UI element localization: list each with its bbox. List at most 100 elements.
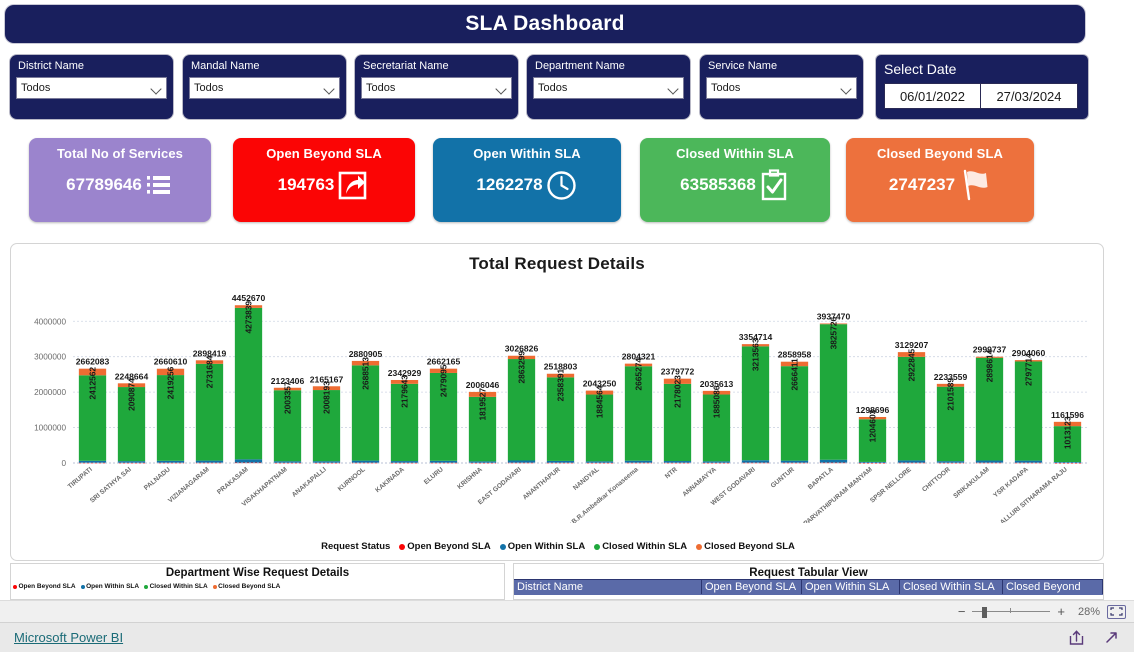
chart-legend: Request Status Open Beyond SLA Open With… — [11, 541, 1105, 552]
date-end-field[interactable]: 27/03/2024 — [981, 83, 1078, 109]
slicer-label: Department Name — [535, 60, 625, 72]
zoom-in-button[interactable]: + — [1057, 605, 1065, 618]
svg-text:2178023: 2178023 — [673, 375, 683, 408]
kpi-card-total-no-of-services[interactable]: Total No of Services 67789646 — [29, 138, 211, 222]
legend-item-closed-within-sla[interactable]: Closed Within SLA — [144, 583, 208, 590]
date-slicer-title: Select Date — [884, 61, 957, 77]
dashboard-title-banner: SLA Dashboard — [5, 5, 1085, 43]
slicer-dropdown[interactable]: Todos — [189, 77, 340, 99]
svg-text:KURNOOL: KURNOOL — [337, 466, 367, 493]
column-header-district-name[interactable]: District Name — [514, 580, 702, 594]
svg-text:ANNAMAYYA: ANNAMAYYA — [681, 466, 718, 498]
slicer-dropdown[interactable]: Todos — [706, 77, 857, 99]
chevron-down-icon[interactable] — [151, 83, 162, 94]
slicer-dropdown[interactable]: Todos — [361, 77, 512, 99]
chevron-down-icon[interactable] — [841, 83, 852, 94]
svg-text:1884564: 1884564 — [595, 385, 605, 418]
slicer-label: Service Name — [708, 60, 778, 72]
svg-text:2662083: 2662083 — [76, 357, 110, 367]
date-start-field[interactable]: 06/01/2022 — [884, 83, 981, 109]
legend-item-open-within-sla[interactable]: Open Within SLA — [499, 541, 586, 552]
legend-item-closed-within-sla[interactable]: Closed Within SLA — [594, 541, 687, 552]
legend-item-closed-beyond-sla[interactable]: Closed Beyond SLA — [696, 541, 795, 552]
panel-title: Department Wise Request Details — [165, 567, 350, 579]
kpi-title: Closed Beyond SLA — [877, 146, 1003, 161]
legend-item-open-within-sla[interactable]: Open Within SLA — [80, 583, 139, 590]
column-header-open-within-sla[interactable]: Open Within SLA — [802, 580, 900, 594]
svg-text:2003357: 2003357 — [283, 381, 293, 414]
slicer-secretariat-name[interactable]: Secretariat Name Todos — [355, 55, 518, 119]
kpi-title: Total No of Services — [56, 146, 183, 161]
kpi-card-closed-beyond-sla[interactable]: Closed Beyond SLA 2747237 — [846, 138, 1034, 222]
slicer-service-name[interactable]: Service Name Todos — [700, 55, 863, 119]
chevron-down-icon[interactable] — [668, 83, 679, 94]
chart-plot-area[interactable]: 0 1000000 2000000 3000000 4000000 26620832412… — [11, 278, 1105, 523]
kpi-card-open-within-sla[interactable]: Open Within SLA 1262278 — [433, 138, 621, 222]
chart-total-request-details[interactable]: Total Request Details 0 1000000 2000000 300… — [10, 243, 1104, 561]
svg-text:3000000: 3000000 — [34, 353, 66, 362]
legend-label: Closed Within SLA — [149, 583, 208, 590]
share-icon[interactable] — [1068, 629, 1085, 646]
svg-text:CHITTOOR: CHITTOOR — [921, 466, 952, 494]
column-header-closed-within-sla[interactable]: Closed Within SLA — [900, 580, 1003, 594]
svg-text:2863299: 2863299 — [517, 351, 527, 384]
kpi-card-open-beyond-sla[interactable]: Open Beyond SLA 194763 — [233, 138, 415, 222]
slicer-value: Todos — [194, 82, 224, 94]
svg-text:YSR KADAPA: YSR KADAPA — [992, 466, 1030, 499]
slicer-dropdown[interactable]: Todos — [16, 77, 167, 99]
chevron-down-icon[interactable] — [324, 83, 335, 94]
table-header-row: District Name Open Beyond SLA Open Withi… — [514, 579, 1103, 595]
slicer-dropdown[interactable]: Todos — [533, 77, 684, 99]
column-header-closed-beyond[interactable]: Closed Beyond — [1003, 580, 1103, 594]
slicer-value: Todos — [711, 82, 741, 94]
svg-text:NANDYAL: NANDYAL — [572, 466, 601, 492]
kpi-value: 1262278 — [476, 175, 543, 194]
legend-item-open-beyond-sla[interactable]: Open Beyond SLA — [13, 583, 76, 590]
panel-department-wise-request-details[interactable]: Department Wise Request Details Open Bey… — [10, 563, 505, 600]
svg-text:2666411: 2666411 — [790, 358, 800, 390]
legend-swatch — [399, 543, 406, 550]
report-canvas: SLA Dashboard District Name Todos Mandal… — [0, 0, 1110, 600]
svg-text:ALLURI SITHARAMA RAJU: ALLURI SITHARAMA RAJU — [999, 466, 1069, 523]
kpi-value: 194763 — [277, 175, 335, 194]
share-arrow-icon — [336, 168, 370, 202]
legend-label: Open Within SLA — [507, 541, 586, 552]
legend-label: Open Beyond SLA — [407, 541, 491, 552]
slicer-label: District Name — [18, 60, 85, 72]
svg-text:EAST GODAVARI: EAST GODAVARI — [477, 466, 523, 506]
zoom-slider[interactable] — [972, 606, 1051, 618]
expand-icon[interactable] — [1103, 629, 1120, 646]
svg-text:2858958: 2858958 — [778, 350, 812, 360]
legend-swatch — [13, 584, 17, 589]
clipboard-check-icon — [758, 168, 790, 202]
svg-text:2412562: 2412562 — [88, 367, 98, 400]
svg-text:1013123: 1013123 — [1063, 416, 1073, 449]
chevron-down-icon[interactable] — [496, 83, 507, 94]
svg-text:TIRUPATI: TIRUPATI — [67, 466, 94, 490]
svg-text:2090874: 2090874 — [127, 378, 137, 411]
svg-text:SRIKAKULAM: SRIKAKULAM — [952, 466, 991, 500]
svg-text:2479095: 2479095 — [439, 364, 449, 397]
column-header-open-beyond-sla[interactable]: Open Beyond SLA — [702, 580, 802, 594]
microsoft-power-bi-link[interactable]: Microsoft Power BI — [14, 630, 123, 645]
slicer-mandal-name[interactable]: Mandal Name Todos — [183, 55, 346, 119]
svg-text:2665274: 2665274 — [634, 358, 644, 391]
slicer-department-name[interactable]: Department Name Todos — [527, 55, 690, 119]
svg-text:2000000: 2000000 — [34, 388, 66, 397]
kpi-value: 67789646 — [66, 175, 142, 194]
slicer-district-name[interactable]: District Name Todos — [10, 55, 173, 119]
svg-text:4000000: 4000000 — [34, 317, 66, 326]
zoom-slider-thumb[interactable] — [982, 606, 988, 618]
svg-text:GUNTUR: GUNTUR — [770, 466, 796, 490]
legend-item-open-beyond-sla[interactable]: Open Beyond SLA — [399, 541, 491, 552]
zoom-out-button[interactable]: − — [958, 605, 966, 618]
kpi-card-closed-within-sla[interactable]: Closed Within SLA 63585368 — [640, 138, 830, 222]
slicer-select-date[interactable]: Select Date 06/01/2022 27/03/2024 — [876, 55, 1088, 119]
svg-text:1204603: 1204603 — [868, 409, 878, 442]
svg-text:ANAKAPALLI: ANAKAPALLI — [291, 466, 328, 499]
kpi-value: 63585368 — [680, 175, 756, 194]
fit-to-page-icon[interactable] — [1107, 604, 1126, 619]
panel-request-tabular-view[interactable]: Request Tabular View District Name Open … — [513, 563, 1104, 600]
svg-text:2660610: 2660610 — [154, 357, 188, 367]
legend-item-closed-beyond-sla[interactable]: Closed Beyond SLA — [212, 583, 280, 590]
